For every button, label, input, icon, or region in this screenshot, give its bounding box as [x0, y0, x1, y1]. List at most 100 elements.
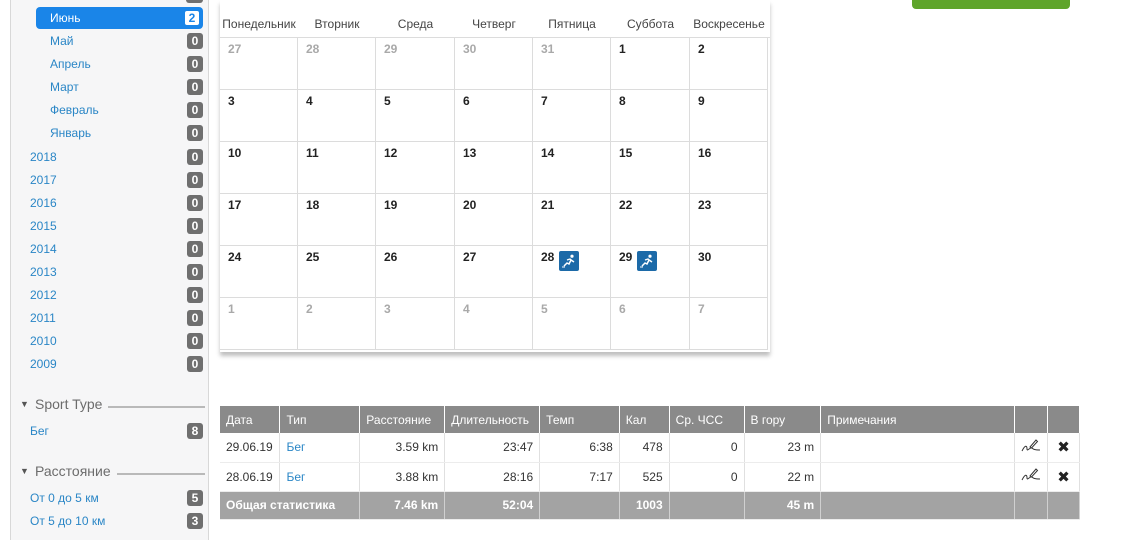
column-header[interactable]: Кал	[619, 406, 670, 433]
calendar-day[interactable]: 4	[455, 298, 533, 350]
day-number: 1	[228, 302, 235, 316]
sidebar-item-year[interactable]: 2018 0	[11, 146, 203, 168]
calendar-day[interactable]: 30	[455, 38, 533, 90]
total-empty	[1014, 491, 1049, 520]
count-badge: 0	[187, 79, 203, 95]
column-header[interactable]: Дата	[220, 406, 281, 433]
column-header[interactable]: Темп	[539, 406, 620, 433]
calendar-day[interactable]: 7	[690, 298, 768, 350]
calendar-day[interactable]: 31	[533, 38, 611, 90]
delete-x-icon[interactable]: ✖	[1057, 469, 1070, 486]
calendar-day[interactable]: 3	[376, 298, 455, 350]
calendar-day[interactable]: 4	[298, 90, 376, 142]
calendar-day[interactable]: 8	[611, 90, 690, 142]
calendar-day[interactable]: 14	[533, 142, 611, 194]
column-header[interactable]: Ср. ЧСС	[669, 406, 745, 433]
calendar-day[interactable]: 25	[298, 246, 376, 298]
edit-signature-icon[interactable]	[1021, 468, 1041, 485]
sidebar-item-year[interactable]: 2015 0	[11, 215, 203, 237]
column-header[interactable]	[1014, 406, 1049, 433]
sidebar-item-year[interactable]: 2017 0	[11, 169, 203, 191]
calendar-day[interactable]: 12	[376, 142, 455, 194]
count-badge: 0	[187, 356, 203, 372]
calendar-day[interactable]: 30	[690, 246, 768, 298]
table-row[interactable]: 28.06.19 Бег 3.88 km 28:16 7:17 525 0 22 m ✖	[220, 462, 1080, 492]
sidebar-item-year[interactable]: 2016 0	[11, 192, 203, 214]
calendar-day[interactable]: 11	[298, 142, 376, 194]
section-header-distance[interactable]: ▼ Расстояние	[20, 461, 205, 481]
calendar-day[interactable]: 21	[533, 194, 611, 246]
section-header-sport_type[interactable]: ▼ Sport Type	[20, 394, 205, 414]
sidebar-item-year[interactable]: 2014 0	[11, 238, 203, 260]
sidebar-item-year[interactable]: 2010 0	[11, 330, 203, 352]
calendar-day[interactable]: 26	[376, 246, 455, 298]
calendar-day[interactable]: 15	[611, 142, 690, 194]
cell-hr: 0	[669, 433, 745, 463]
calendar-day[interactable]: 7	[533, 90, 611, 142]
sidebar-item-year[interactable]: 2013 0	[11, 261, 203, 283]
calendar-day[interactable]: 22	[611, 194, 690, 246]
calendar-day[interactable]: 20	[455, 194, 533, 246]
sidebar-item-month[interactable]: Апрель 0	[36, 53, 203, 75]
calendar-day[interactable]: 1	[220, 298, 298, 350]
column-header[interactable]: В гору	[744, 406, 822, 433]
calendar-day[interactable]: 5	[376, 90, 455, 142]
calendar-day[interactable]: 23	[690, 194, 768, 246]
column-header[interactable]: Расстояние	[359, 406, 446, 433]
calendar-day[interactable]: 5	[533, 298, 611, 350]
sidebar-item-year[interactable]: 2012 0	[11, 284, 203, 306]
sidebar-item-month[interactable]: Май 0	[36, 30, 203, 52]
column-header[interactable]: Длительность	[444, 406, 541, 433]
cell-type[interactable]: Бег	[279, 433, 361, 463]
column-header[interactable]	[1047, 406, 1080, 433]
total-duration: 52:04	[444, 491, 541, 520]
total-cal: 1003	[619, 491, 670, 520]
sidebar-item-month[interactable]: Июнь 2	[36, 7, 203, 29]
calendar-day[interactable]: 10	[220, 142, 298, 194]
calendar-day[interactable]: 16	[690, 142, 768, 194]
calendar-day[interactable]: 28	[298, 38, 376, 90]
calendar-day[interactable]: 1	[611, 38, 690, 90]
edit-signature-icon[interactable]	[1021, 439, 1041, 456]
column-header[interactable]: Тип	[279, 406, 361, 433]
calendar-day[interactable]: 29	[611, 246, 690, 298]
sport-type-link[interactable]: Бег	[286, 440, 305, 454]
sidebar-item-year[interactable]: 2009 0	[11, 353, 203, 375]
calendar-day[interactable]: 27	[220, 38, 298, 90]
calendar-day[interactable]: 29	[376, 38, 455, 90]
cell-type[interactable]: Бег	[279, 462, 361, 492]
table-row[interactable]: 29.06.19 Бег 3.59 km 23:47 6:38 478 0 23 m ✖	[220, 433, 1080, 463]
sidebar-item-month[interactable]: Январь 0	[36, 122, 203, 144]
day-number: 3	[384, 302, 391, 316]
weekday-header: Среда	[397, 17, 434, 31]
filter-item[interactable]: От 5 до 10 км 3	[11, 510, 203, 532]
sport-type-link[interactable]: Бег	[286, 470, 305, 484]
sidebar-item-month[interactable]: Март 0	[36, 76, 203, 98]
runner-icon[interactable]	[559, 251, 579, 271]
filter-item[interactable]: От 0 до 5 км 5	[11, 487, 203, 509]
day-number: 4	[306, 94, 313, 108]
calendar-day[interactable]: 3	[220, 90, 298, 142]
sidebar-item-month[interactable]: Февраль 0	[36, 99, 203, 121]
count-badge: 0	[187, 195, 203, 211]
calendar-day[interactable]: 9	[690, 90, 768, 142]
action-button[interactable]	[912, 0, 1070, 9]
column-header[interactable]: Примечания	[820, 406, 1016, 433]
calendar-day[interactable]: 13	[455, 142, 533, 194]
calendar-day[interactable]: 17	[220, 194, 298, 246]
calendar-day[interactable]: 2	[690, 38, 768, 90]
calendar-day[interactable]: 24	[220, 246, 298, 298]
day-number: 22	[619, 198, 633, 212]
calendar-day[interactable]: 6	[611, 298, 690, 350]
calendar-day[interactable]: 27	[455, 246, 533, 298]
filter-item[interactable]: Бег 8	[11, 420, 203, 442]
day-number: 18	[306, 198, 320, 212]
calendar-day[interactable]: 6	[455, 90, 533, 142]
runner-icon[interactable]	[637, 251, 657, 271]
calendar-day[interactable]: 28	[533, 246, 611, 298]
delete-x-icon[interactable]: ✖	[1057, 439, 1070, 456]
calendar-day[interactable]: 18	[298, 194, 376, 246]
calendar-day[interactable]: 19	[376, 194, 455, 246]
calendar-day[interactable]: 2	[298, 298, 376, 350]
sidebar-item-year[interactable]: 2011 0	[11, 307, 203, 329]
